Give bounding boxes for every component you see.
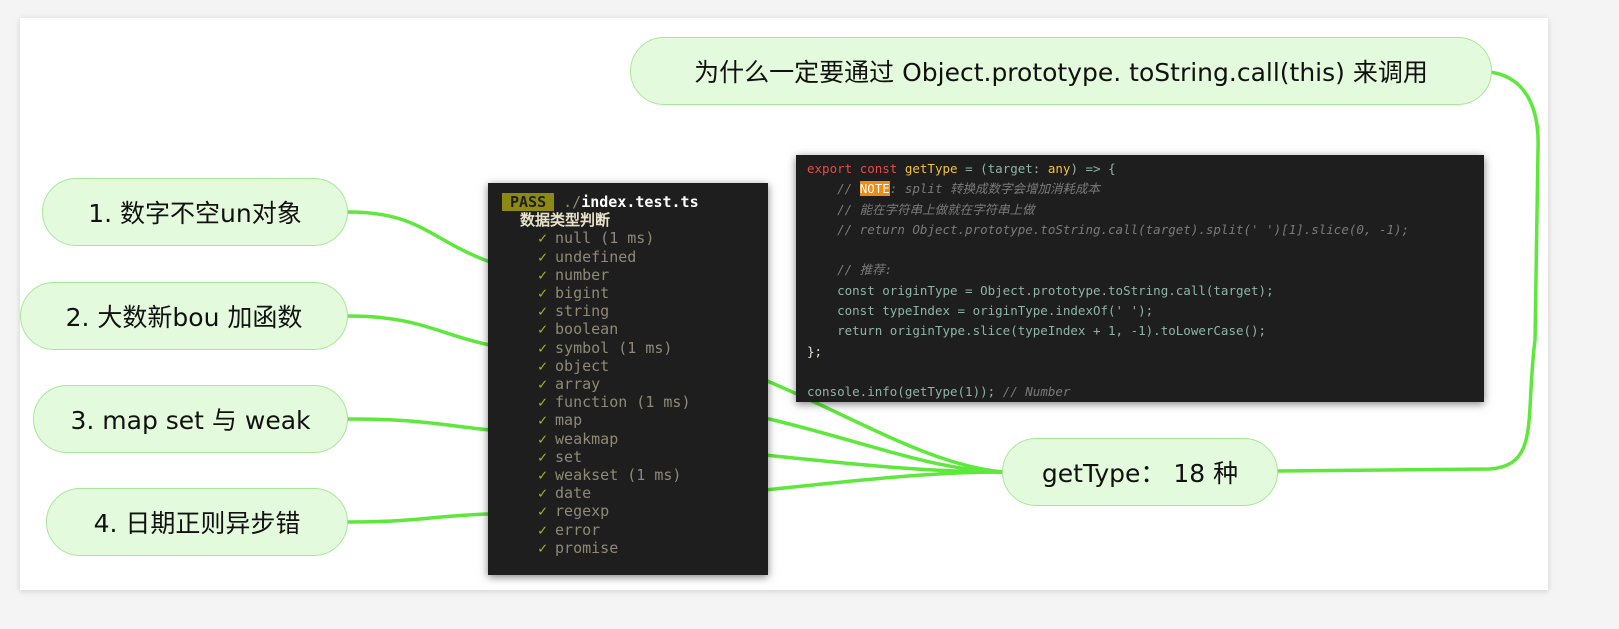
check-icon: ✓ <box>538 466 548 485</box>
node-gettype[interactable]: getType： 18 种 <box>1002 438 1278 506</box>
test-name: boolean <box>555 320 619 339</box>
test-name: function (1 ms) <box>555 393 691 412</box>
test-name: symbol (1 ms) <box>555 338 673 357</box>
test-result: ✓ set <box>502 448 768 466</box>
node-4[interactable]: 4. 日期正则异步错 <box>46 488 348 556</box>
code-comment: // Number <box>1002 384 1071 400</box>
code-line: console.info(getType(1)); <box>807 384 996 400</box>
check-icon: ✓ <box>538 356 548 375</box>
link-n3 <box>346 417 492 432</box>
check-icon: ✓ <box>538 429 548 448</box>
code-snippet-image: export const getType = (target: any) => … <box>796 155 1484 402</box>
test-result: ✓ undefined <box>502 248 768 266</box>
node-1[interactable]: 1. 数字不空un对象 <box>42 178 348 246</box>
test-result: ✓ boolean <box>502 320 768 338</box>
code-line: return originType.slice(typeIndex + 1, -… <box>837 323 1267 339</box>
test-result: ✓ object <box>502 357 768 375</box>
test-output-image: PASS ./index.test.ts 数据类型判断 ✓ null (1 ms)… <box>488 183 768 575</box>
pass-badge: PASS <box>502 193 555 211</box>
test-name: weakmap <box>555 429 619 448</box>
code-comment: // 能在字符串上做就在字符串上做 <box>837 201 1035 217</box>
check-icon: ✓ <box>538 229 548 248</box>
file-name: index.test.ts <box>581 193 699 211</box>
code-token: any <box>1047 161 1071 176</box>
check-icon: ✓ <box>538 247 548 266</box>
file-dir: ./ <box>563 193 582 211</box>
test-result: ✓ error <box>502 521 768 539</box>
link-n4 <box>346 512 492 524</box>
test-name: promise <box>555 538 619 557</box>
test-result: ✓ weakset (1 ms) <box>502 466 768 484</box>
node-3[interactable]: 3. map set 与 weak <box>33 385 348 453</box>
test-result: ✓ bigint <box>502 284 768 302</box>
test-name: array <box>555 375 601 394</box>
test-result: ✓ weakmap <box>502 430 768 448</box>
code-line: const originType = Object.prototype.toSt… <box>837 282 1274 298</box>
code-comment: // return Object.prototype.toString.call… <box>837 221 1410 237</box>
test-result: ✓ symbol (1 ms) <box>502 339 768 357</box>
node-label: 1. 数字不空un对象 <box>88 199 302 228</box>
check-icon: ✓ <box>538 411 548 430</box>
test-name: null (1 ms) <box>555 229 655 248</box>
check-icon: ✓ <box>538 484 548 503</box>
test-result: ✓ array <box>502 375 768 393</box>
node-label: 3. map set 与 weak <box>70 406 311 435</box>
test-name: string <box>555 302 610 321</box>
test-name: undefined <box>555 247 637 266</box>
check-icon: ✓ <box>538 338 548 357</box>
check-icon: ✓ <box>538 320 548 339</box>
note-tag: NOTE <box>859 181 890 197</box>
check-icon: ✓ <box>538 375 548 394</box>
code-comment: // 推荐: <box>837 262 893 278</box>
code-line: const typeIndex = originType.indexOf(' '… <box>837 303 1154 319</box>
code-token: = (target: <box>957 161 1048 176</box>
check-icon: ✓ <box>538 538 548 557</box>
node-label: 为什么一定要通过 Object.prototype. toString.call… <box>694 58 1428 87</box>
test-name: regexp <box>555 502 610 521</box>
test-name: set <box>555 447 583 466</box>
test-result: ✓ date <box>502 484 768 502</box>
check-icon: ✓ <box>538 265 548 284</box>
code-token: ) => { <box>1070 161 1116 176</box>
node-label: getType： 18 种 <box>1041 459 1239 488</box>
code-comment: : split 转换成数字会增加消耗成本 <box>889 181 1101 197</box>
check-icon: ✓ <box>538 447 548 466</box>
test-name: map <box>555 411 583 430</box>
test-name: weakset (1 ms) <box>555 466 682 485</box>
link-n2 <box>346 314 492 347</box>
test-result: ✓ regexp <box>502 502 768 520</box>
node-label: 2. 大数新bou 加函数 <box>65 303 303 332</box>
test-result: ✓ map <box>502 411 768 429</box>
link-t4 <box>763 470 1005 492</box>
code-token: export <box>807 161 853 176</box>
test-result: ✓ function (1 ms) <box>502 393 768 411</box>
check-icon: ✓ <box>538 502 548 521</box>
suite-name: 数据类型判断 <box>520 211 611 230</box>
code-line: }; <box>807 343 823 359</box>
test-name: object <box>555 356 610 375</box>
node-label: 4. 日期正则异步错 <box>93 509 301 538</box>
check-icon: ✓ <box>538 393 548 412</box>
test-result: ✓ number <box>502 266 768 284</box>
check-icon: ✓ <box>538 520 548 539</box>
node-2[interactable]: 2. 大数新bou 加函数 <box>20 282 348 350</box>
node-why-tostring[interactable]: 为什么一定要通过 Object.prototype. toString.call… <box>630 37 1492 105</box>
test-name: number <box>555 265 610 284</box>
test-result: ✓ promise <box>502 539 768 557</box>
test-name: date <box>555 484 592 503</box>
test-name: bigint <box>555 284 610 303</box>
test-name: error <box>555 520 601 539</box>
check-icon: ✓ <box>538 302 548 321</box>
code-token: const <box>859 161 898 176</box>
code-token: getType <box>904 161 958 176</box>
link-n1 <box>346 210 492 264</box>
check-icon: ✓ <box>538 284 548 303</box>
test-result: ✓ string <box>502 302 768 320</box>
test-result: ✓ null (1 ms) <box>502 229 768 247</box>
